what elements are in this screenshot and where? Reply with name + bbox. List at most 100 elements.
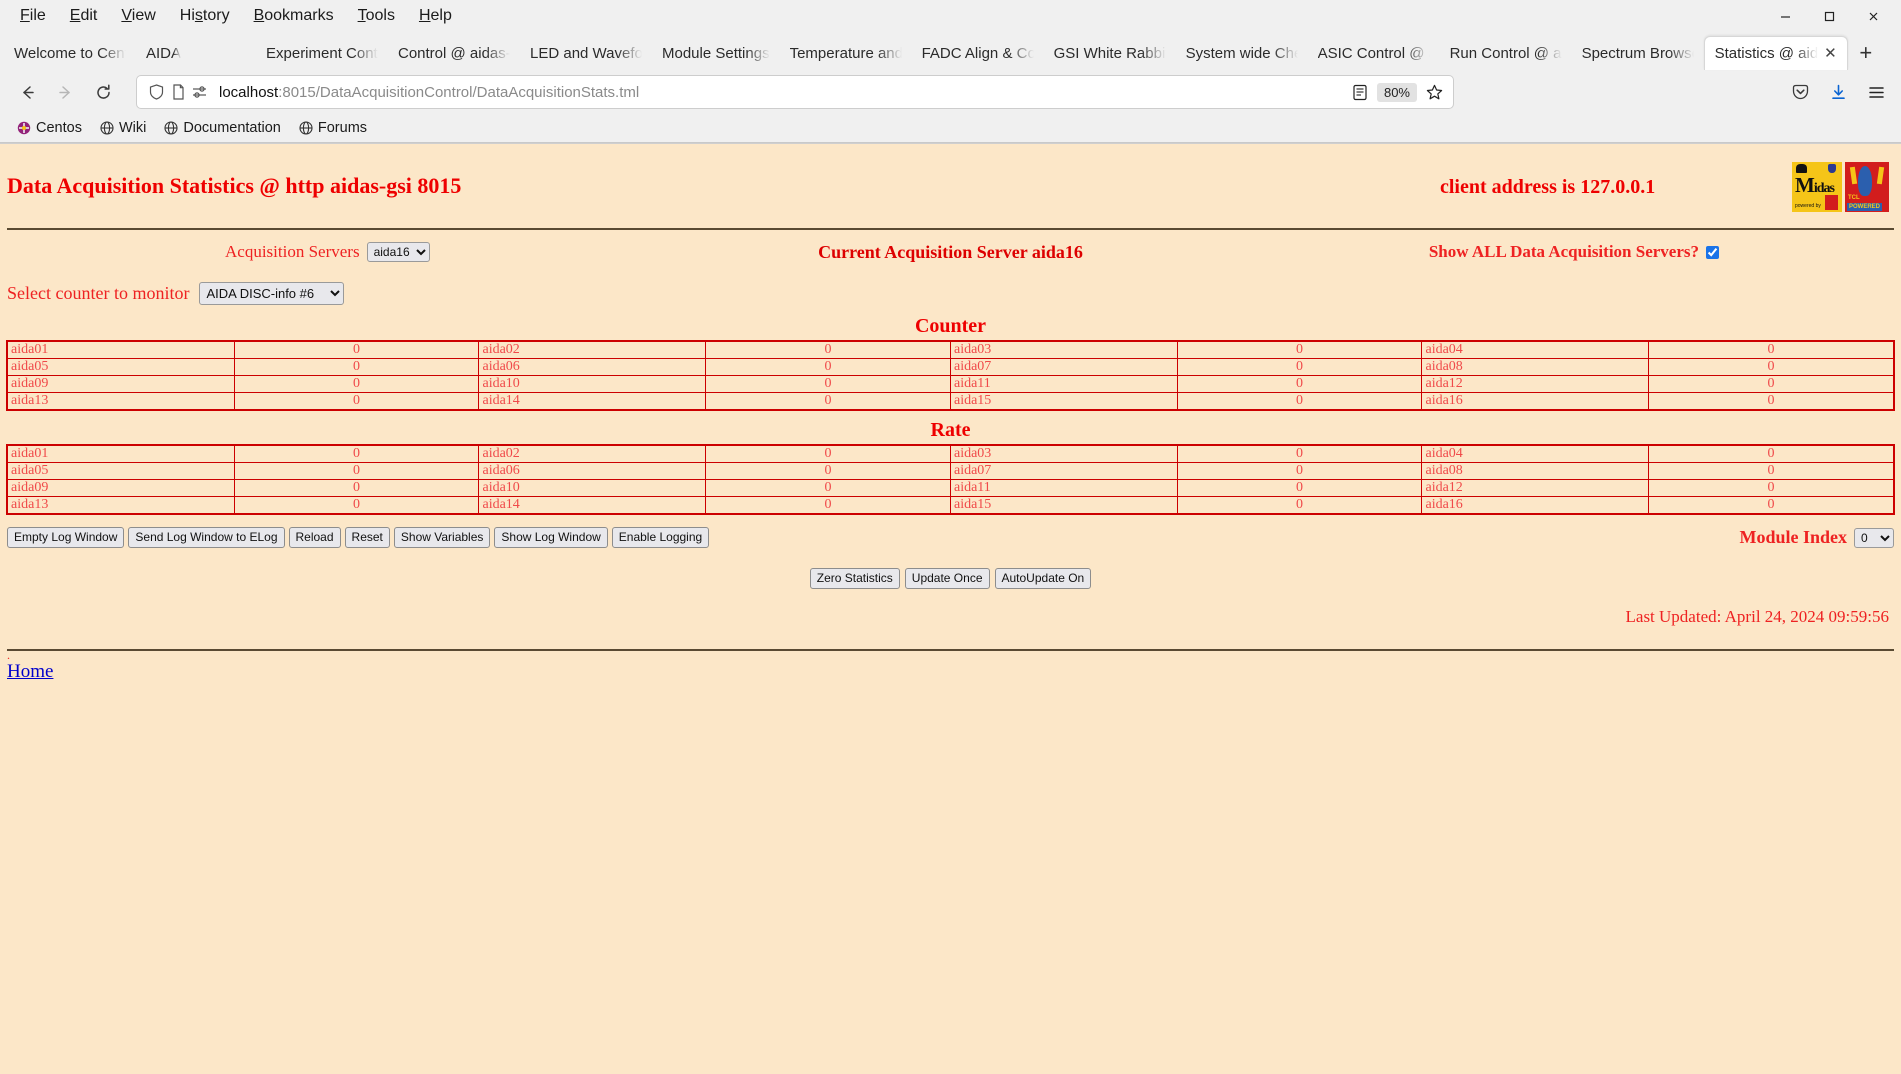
counter-cell-name: aida15 — [949, 392, 1178, 411]
counter-cell-name: aida11 — [949, 375, 1178, 393]
bookmark-forums[interactable]: Forums — [292, 118, 374, 138]
globe-icon — [299, 121, 313, 135]
counter-cell-value: 0 — [233, 392, 480, 411]
show-variables-button[interactable]: Show Variables — [393, 527, 491, 548]
reload-icon[interactable] — [86, 76, 120, 108]
back-icon[interactable] — [10, 76, 44, 108]
module-index-select[interactable]: 0 — [1854, 527, 1894, 548]
url-text[interactable]: localhost:8015/DataAcquisitionControl/Da… — [211, 84, 1349, 101]
bookmark-wiki[interactable]: Wiki — [93, 118, 153, 138]
maximize-icon[interactable] — [1807, 1, 1851, 31]
counter-cell-name: aida07 — [949, 358, 1178, 376]
counter-select-label: Select counter to monitor — [7, 283, 190, 303]
tab-blank[interactable] — [196, 36, 256, 70]
close-icon[interactable] — [1851, 1, 1895, 31]
bookmarks-bar: Centos Wiki Documentation Forums — [0, 114, 1901, 143]
globe-icon — [100, 121, 114, 135]
menu-file[interactable]: File — [8, 4, 58, 28]
tab-label: AIDA — [146, 44, 182, 62]
tab-gsi-white-rabbit[interactable]: GSI White Rabbit — [1044, 36, 1176, 70]
module-index-group: Module Index 0 — [1739, 527, 1894, 548]
counter-cell-value: 0 — [705, 375, 951, 393]
new-tab-button[interactable]: + — [1848, 36, 1884, 70]
counter-select[interactable]: AIDA DISC-info #6 — [199, 282, 345, 305]
counter-cell-value: 0 — [1176, 358, 1423, 376]
rate-cell-name: aida11 — [949, 479, 1178, 497]
menu-tools[interactable]: Tools — [346, 4, 407, 28]
rate-cell-name: aida09 — [6, 479, 235, 497]
tab-led-and-waveform[interactable]: LED and Wavefor — [520, 36, 652, 70]
bookmark-documentation[interactable]: Documentation — [157, 118, 288, 138]
menu-help[interactable]: Help — [407, 4, 464, 28]
tab-experiment-control[interactable]: Experiment Contr — [256, 36, 388, 70]
reader-mode-icon[interactable] — [1349, 84, 1371, 101]
globe-icon — [164, 121, 178, 135]
bookmark-centos[interactable]: Centos — [10, 118, 89, 138]
menu-edit[interactable]: Edit — [58, 4, 110, 28]
rate-cell-value: 0 — [1176, 444, 1423, 463]
rate-cell-value: 0 — [1648, 444, 1895, 463]
table-row: aida01 0 aida02 0 aida03 0 aida04 0 — [6, 340, 1895, 359]
bookmark-star-icon[interactable] — [1423, 84, 1445, 101]
tab-label: LED and Wavefor — [530, 44, 642, 62]
zero-statistics-button[interactable]: Zero Statistics — [809, 568, 900, 589]
close-icon[interactable]: ✕ — [1824, 46, 1837, 61]
tab-fadc-align[interactable]: FADC Align & Co — [912, 36, 1044, 70]
tab-control-aidas[interactable]: Control @ aidas- — [388, 36, 520, 70]
tracking-protection-icon[interactable] — [189, 85, 211, 99]
empty-log-window-button[interactable]: Empty Log Window — [7, 527, 125, 548]
update-once-button[interactable]: Update Once — [904, 568, 990, 589]
reload-button[interactable]: Reload — [288, 527, 341, 548]
table-row: aida05 0 aida06 0 aida07 0 aida08 0 — [6, 358, 1895, 376]
minimize-icon[interactable] — [1763, 1, 1807, 31]
tab-statistics[interactable]: Statistics @ aid ✕ — [1703, 36, 1848, 70]
tab-run-control[interactable]: Run Control @ ai — [1440, 36, 1572, 70]
centos-icon — [17, 121, 31, 135]
action-button-row: Zero Statistics Update Once AutoUpdate O… — [0, 568, 1901, 589]
url-host: localhost — [219, 83, 279, 101]
shield-icon[interactable] — [145, 84, 167, 100]
tab-welcome-to-centos[interactable]: Welcome to Cent — [4, 36, 136, 70]
bookmark-label: Forums — [317, 120, 368, 136]
rate-cell-value: 0 — [705, 496, 951, 515]
tab-asic-control[interactable]: ASIC Control @ a — [1308, 36, 1440, 70]
reset-button[interactable]: Reset — [344, 527, 390, 548]
tab-aida[interactable]: AIDA — [136, 36, 196, 70]
tab-system-wide-check[interactable]: System wide Che — [1176, 36, 1308, 70]
page-content: Data Acquisition Statistics @ http aidas… — [0, 144, 1901, 1074]
downloads-icon[interactable] — [1823, 76, 1853, 108]
client-address: client address is 127.0.0.1 — [1440, 176, 1656, 198]
tab-strip: Welcome to Cent AIDA Experiment Contr Co… — [0, 32, 1901, 70]
tab-spectrum-browser[interactable]: Spectrum Browse — [1572, 36, 1704, 70]
show-all-servers-checkbox[interactable] — [1706, 245, 1719, 259]
enable-logging-button[interactable]: Enable Logging — [611, 527, 710, 548]
app-menu-icon[interactable] — [1861, 76, 1891, 108]
page-header: Data Acquisition Statistics @ http aidas… — [0, 144, 1901, 228]
tab-module-settings[interactable]: Module Settings — [652, 36, 780, 70]
page-title: Data Acquisition Statistics @ http aidas… — [7, 173, 462, 198]
menu-bookmarks[interactable]: Bookmarks — [242, 4, 346, 28]
menu-history[interactable]: History — [168, 4, 242, 28]
counter-section-title: Counter — [914, 315, 987, 337]
send-log-window-to-elog-button[interactable]: Send Log Window to ELog — [128, 527, 285, 548]
table-row: aida09 0 aida10 0 aida11 0 aida12 0 — [6, 375, 1895, 393]
rate-cell-value: 0 — [233, 496, 480, 515]
rate-cell-value: 0 — [705, 462, 951, 480]
counter-cell-value: 0 — [233, 375, 480, 393]
zoom-level-indicator[interactable]: 80% — [1376, 82, 1417, 102]
tab-temperature[interactable]: Temperature and — [780, 36, 912, 70]
rate-cell-name: aida03 — [949, 444, 1178, 463]
counter-cell-value: 0 — [233, 358, 480, 376]
menu-view[interactable]: View — [109, 4, 167, 28]
show-all-servers-group: Show ALL Data Acquisition Servers? — [1429, 242, 1719, 262]
tab-label: Run Control @ ai — [1449, 44, 1562, 62]
pocket-icon[interactable] — [1785, 76, 1815, 108]
home-link-wrapper: Home — [0, 659, 1901, 685]
url-bar[interactable]: localhost:8015/DataAcquisitionControl/Da… — [136, 75, 1454, 109]
home-link[interactable]: Home — [7, 661, 53, 682]
counter-cell-name: aida12 — [1421, 375, 1650, 393]
autoupdate-on-button[interactable]: AutoUpdate On — [994, 568, 1092, 589]
show-log-window-button[interactable]: Show Log Window — [494, 527, 608, 548]
forward-icon[interactable] — [48, 76, 82, 108]
page-icon[interactable] — [167, 84, 189, 100]
